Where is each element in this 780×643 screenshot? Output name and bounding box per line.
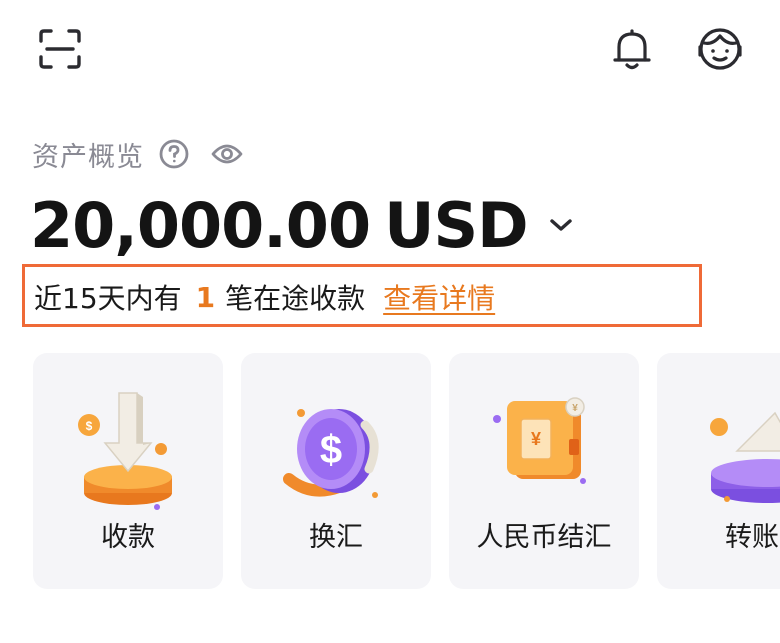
asset-overview-label: 资产概览 [32, 141, 144, 173]
action-card-label: 转账 [725, 522, 779, 553]
customer-service-button[interactable] [694, 24, 746, 74]
help-circle-icon [159, 139, 189, 169]
in-transit-count: 1 [195, 280, 216, 314]
svg-text:$: $ [320, 428, 342, 472]
exchange-coin-icon: $ [283, 409, 379, 498]
asset-overview-header: 资产概览 [32, 134, 244, 174]
action-card-transfer[interactable]: 转账 [657, 353, 780, 589]
toggle-visibility-button[interactable] [210, 140, 244, 168]
action-card-exchange[interactable]: $ 换汇 [241, 353, 431, 589]
balance-currency: USD [384, 188, 528, 262]
eye-icon [211, 144, 243, 164]
svg-text:$: $ [86, 419, 93, 433]
in-transit-prefix: 近15天内有 [34, 282, 182, 315]
in-transit-suffix: 笔在途收款 [225, 282, 366, 315]
view-details-link[interactable]: 查看详情 [383, 277, 495, 317]
receive-coin-icon: $ [78, 392, 172, 510]
action-card-receive[interactable]: $ 收款 [33, 353, 223, 589]
rmb-settlement-icon: ¥ ¥ [493, 397, 586, 484]
action-card-rmb-settlement[interactable]: ¥ ¥ 人民币结汇 [449, 353, 639, 589]
chevron-down-icon [549, 219, 572, 231]
help-button[interactable] [158, 138, 190, 170]
transfer-icon [710, 411, 780, 503]
in-transit-notice: 近15天内有 1 笔在途收款 查看详情 [34, 274, 495, 320]
action-card-label: 换汇 [309, 522, 363, 553]
svg-text:¥: ¥ [572, 403, 578, 414]
bell-icon [613, 29, 651, 70]
action-card-label: 人民币结汇 [476, 522, 612, 553]
balance-amount: 20,000.00 [30, 188, 371, 262]
home-screen: 资产概览 20,000.00 USD 近15天内有 1 笔在途收款 查看详情 $… [0, 0, 780, 643]
svg-text:¥: ¥ [531, 429, 541, 449]
scan-button[interactable] [36, 26, 84, 72]
customer-service-icon [698, 28, 742, 70]
notification-button[interactable] [608, 26, 656, 72]
currency-dropdown[interactable] [546, 210, 576, 240]
scan-icon [39, 29, 81, 69]
balance-row[interactable]: 20,000.00 USD [30, 188, 576, 262]
action-card-label: 收款 [101, 522, 155, 553]
